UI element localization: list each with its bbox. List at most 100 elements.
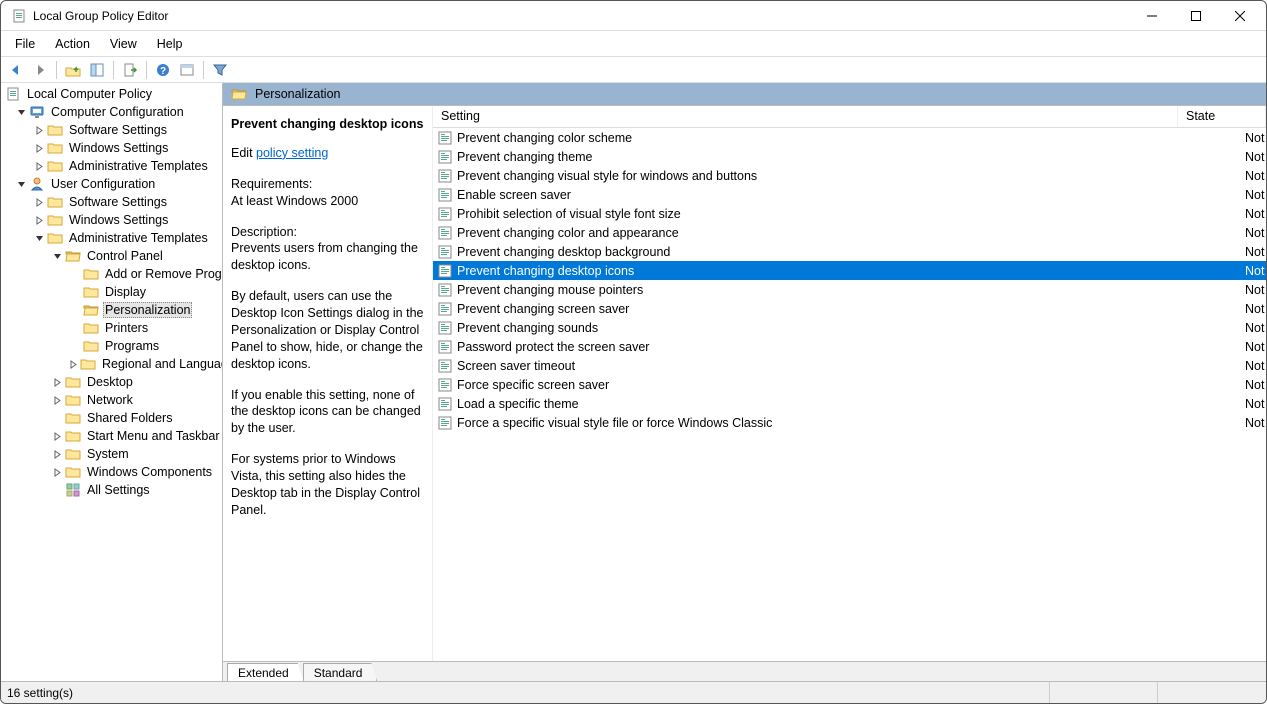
settings-row[interactable]: Prevent changing soundsNot configured (433, 318, 1266, 337)
settings-row[interactable]: Load a specific themeNot configured (433, 394, 1266, 413)
folder-open-icon (65, 248, 81, 264)
expander-icon[interactable] (33, 196, 45, 208)
expander-icon[interactable] (51, 430, 63, 442)
tree-node-root[interactable]: Local Computer Policy (1, 85, 223, 103)
tree-node-cc-admin[interactable]: Administrative Templates (1, 157, 223, 175)
forward-button[interactable] (29, 59, 51, 81)
tree-node-computer-config[interactable]: Computer Configuration (1, 103, 223, 121)
tab-extended[interactable]: Extended (227, 663, 304, 681)
filter-button[interactable] (209, 59, 231, 81)
tree-label: Computer Configuration (49, 105, 186, 119)
setting-name: Prevent changing theme (457, 150, 1245, 164)
tree-node-uc-windows[interactable]: Windows Settings (1, 211, 223, 229)
filter-icon (212, 62, 228, 78)
expander-icon[interactable] (15, 178, 27, 190)
settings-row[interactable]: Prevent changing visual style for window… (433, 166, 1266, 185)
expander-icon[interactable] (51, 376, 63, 388)
tree-node-printers[interactable]: Printers (1, 319, 223, 337)
expander-icon[interactable] (33, 232, 45, 244)
edit-policy-link[interactable]: policy setting (256, 146, 328, 160)
folder-icon (47, 140, 63, 156)
setting-name: Prevent changing desktop background (457, 245, 1245, 259)
status-cell (1050, 682, 1158, 703)
expander-icon[interactable] (33, 214, 45, 226)
properties-button[interactable] (176, 59, 198, 81)
maximize-button[interactable] (1174, 2, 1218, 30)
tree-node-desktop[interactable]: Desktop (1, 373, 223, 391)
setting-name: Prevent changing visual style for window… (457, 169, 1245, 183)
setting-state: Not configured (1245, 188, 1266, 202)
expander-icon[interactable] (33, 124, 45, 136)
description-pane: Prevent changing desktop icons Edit poli… (223, 106, 433, 661)
tree-node-uc-software[interactable]: Software Settings (1, 193, 223, 211)
expander-icon[interactable] (33, 142, 45, 154)
show-hide-tree-button[interactable] (86, 59, 108, 81)
help-button[interactable] (152, 59, 174, 81)
setting-state: Not configured (1245, 416, 1266, 430)
minimize-button[interactable] (1130, 2, 1174, 30)
menu-view[interactable]: View (100, 34, 147, 54)
setting-state: Not configured (1245, 378, 1266, 392)
tree-node-all-settings[interactable]: All Settings (1, 481, 223, 499)
setting-name: Password protect the screen saver (457, 340, 1245, 354)
tree-node-add-remove[interactable]: Add or Remove Programs (1, 265, 223, 283)
settings-row[interactable]: Prevent changing themeNot configured (433, 147, 1266, 166)
column-state[interactable]: State (1178, 106, 1266, 127)
expander-icon[interactable] (51, 466, 63, 478)
settings-row[interactable]: Password protect the screen saverNot con… (433, 337, 1266, 356)
export-list-button[interactable] (119, 59, 141, 81)
tree-node-control-panel[interactable]: Control Panel (1, 247, 223, 265)
settings-row[interactable]: Prohibit selection of visual style font … (433, 204, 1266, 223)
tree-label: Control Panel (85, 249, 165, 263)
tree-pane[interactable]: Local Computer Policy Computer Configura… (1, 83, 223, 681)
expander-icon[interactable] (15, 106, 27, 118)
settings-row[interactable]: Prevent changing mouse pointersNot confi… (433, 280, 1266, 299)
settings-row[interactable]: Prevent changing color schemeNot configu… (433, 128, 1266, 147)
menu-file[interactable]: File (5, 34, 45, 54)
tab-standard[interactable]: Standard (303, 663, 378, 681)
settings-row[interactable]: Prevent changing screen saverNot configu… (433, 299, 1266, 318)
setting-icon (437, 282, 453, 298)
close-button[interactable] (1218, 2, 1262, 30)
tree-label: Printers (103, 321, 150, 335)
expander-icon[interactable] (51, 250, 63, 262)
setting-name: Prevent changing desktop icons (457, 264, 1245, 278)
user-icon (29, 176, 45, 192)
tree-node-uc-admin[interactable]: Administrative Templates (1, 229, 223, 247)
tree-label: System (85, 447, 131, 461)
tree-node-display[interactable]: Display (1, 283, 223, 301)
tree-node-system[interactable]: System (1, 445, 223, 463)
tree-node-network[interactable]: Network (1, 391, 223, 409)
tree-node-shared-folders[interactable]: Shared Folders (1, 409, 223, 427)
column-setting[interactable]: Setting (433, 106, 1178, 127)
settings-row[interactable]: Prevent changing color and appearanceNot… (433, 223, 1266, 242)
settings-row[interactable]: Enable screen saverNot configured (433, 185, 1266, 204)
menu-help[interactable]: Help (147, 34, 193, 54)
back-button[interactable] (5, 59, 27, 81)
setting-icon (437, 301, 453, 317)
tree-node-programs[interactable]: Programs (1, 337, 223, 355)
tree-node-personalization[interactable]: Personalization (1, 301, 223, 319)
settings-row[interactable]: Prevent changing desktop backgroundNot c… (433, 242, 1266, 261)
tree-node-cc-software[interactable]: Software Settings (1, 121, 223, 139)
tree-node-start-menu[interactable]: Start Menu and Taskbar (1, 427, 223, 445)
expander-icon[interactable] (33, 160, 45, 172)
tree-node-user-config[interactable]: User Configuration (1, 175, 223, 193)
settings-row[interactable]: Force specific screen saverNot configure… (433, 375, 1266, 394)
expander-icon[interactable] (69, 358, 78, 370)
settings-row[interactable]: Screen saver timeoutNot configured (433, 356, 1266, 375)
settings-row[interactable]: Prevent changing desktop iconsNot config… (433, 261, 1266, 280)
list-rows[interactable]: Prevent changing color schemeNot configu… (433, 128, 1266, 661)
settings-row[interactable]: Force a specific visual style file or fo… (433, 413, 1266, 432)
expander-icon[interactable] (51, 448, 63, 460)
toolbar-separator (56, 61, 57, 79)
expander-icon[interactable] (51, 394, 63, 406)
up-button[interactable] (62, 59, 84, 81)
all-settings-icon (65, 482, 81, 498)
tree-node-regional[interactable]: Regional and Language Options (1, 355, 223, 373)
tree-node-windows-components[interactable]: Windows Components (1, 463, 223, 481)
tree-node-cc-windows[interactable]: Windows Settings (1, 139, 223, 157)
menu-action[interactable]: Action (45, 34, 100, 54)
status-text: 16 setting(s) (1, 682, 1050, 703)
tree-label: Shared Folders (85, 411, 174, 425)
